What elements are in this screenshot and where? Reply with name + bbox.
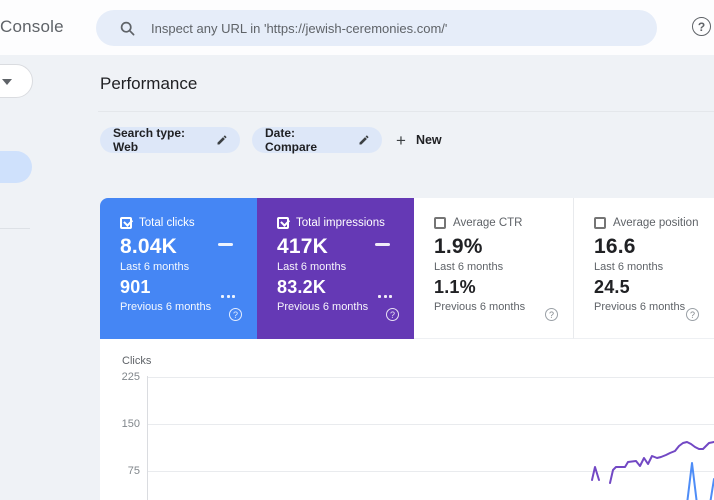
dotted-line-legend-icon [376,285,392,303]
metric-card-average-ctr[interactable]: Average CTR 1.9% Last 6 months 1.1% Prev… [414,198,573,339]
page-title: Performance [100,74,198,93]
sidebar-item-performance-selected[interactable] [0,151,32,183]
metric-label: Total clicks [139,217,195,229]
app-logo-text: Console [0,17,64,36]
property-selector[interactable] [0,64,33,98]
search-console-performance-page: { "brand": "Console", "topbar": { "searc… [0,0,714,500]
metric-card-total-impressions[interactable]: Total impressions 417K Last 6 months 83.… [257,198,414,339]
metric-prev-period: Previous 6 months [277,301,369,313]
chart-y-axis-label: Clicks [122,355,152,367]
metric-card-total-clicks[interactable]: Total clicks 8.04K Last 6 months 901 Pre… [100,198,257,339]
dotted-line-legend-icon [219,285,235,303]
chart-lines [591,441,714,500]
search-icon [120,21,135,35]
metric-prev-period: Previous 6 months [594,301,686,313]
chart-y-tick: 75 [127,465,140,477]
plus-icon: + [396,130,406,150]
filter-chip-label: Date: Compare [265,126,318,154]
checkbox-icon[interactable] [277,217,289,229]
filter-chip-search-type[interactable]: Search type: Web [100,126,240,154]
question-mark-icon: ? [697,19,706,34]
metric-card-average-position[interactable]: Average position 16.6 Last 6 months 24.5… [573,198,714,339]
new-filter-label: New [415,133,442,147]
metric-prev-value: 24.5 [594,277,630,297]
metric-prev-period: Previous 6 months [434,301,526,313]
chart-y-tick: 225 [121,371,140,383]
checkbox-icon[interactable] [434,217,446,229]
pencil-icon [217,135,227,145]
filter-chip-date[interactable]: Date: Compare [252,126,382,154]
metric-period: Last 6 months [277,261,347,273]
metric-value: 8.04K [120,235,178,258]
metric-period: Last 6 months [434,261,504,273]
header-divider [98,111,714,112]
filter-chip-label: Search type: Web [113,126,186,154]
metric-value: 417K [277,235,329,258]
metric-cards-row: Total clicks 8.04K Last 6 months 901 Pre… [100,198,714,339]
checkbox-icon[interactable] [120,217,132,229]
metric-help-icon[interactable]: ? [545,308,558,321]
metric-period: Last 6 months [594,261,664,273]
metric-checkbox-row[interactable]: Average position [594,217,698,229]
metric-help-icon[interactable]: ? [686,308,699,321]
metric-help-icon[interactable]: ? [229,308,242,321]
chevron-down-icon [2,79,12,85]
pencil-icon [359,135,369,145]
search-input[interactable]: Inspect any URL in 'https://jewish-cerem… [151,21,447,36]
metric-prev-value: 1.1% [434,277,476,297]
metric-help-icon[interactable]: ? [386,308,399,321]
sidebar-divider [0,228,30,229]
metric-checkbox-row[interactable]: Total impressions [277,217,385,229]
metric-prev-value: 901 [120,277,151,297]
metric-checkbox-row[interactable]: Average CTR [434,217,522,229]
url-inspect-search-bar[interactable]: Inspect any URL in 'https://jewish-cerem… [96,10,657,46]
metric-period: Last 6 months [120,261,190,273]
chart-y-tick: 150 [121,418,140,430]
new-filter-button[interactable]: + New [396,127,442,153]
metric-prev-period: Previous 6 months [120,301,212,313]
metric-label: Total impressions [296,217,385,229]
help-button[interactable]: ? [692,17,711,36]
solid-line-legend-icon [218,243,233,246]
metric-value: 16.6 [594,235,636,258]
solid-line-legend-icon [375,243,390,246]
metric-checkbox-row[interactable]: Total clicks [120,217,195,229]
top-app-bar: Console Inspect any URL in 'https://jewi… [0,0,714,55]
metric-prev-value: 83.2K [277,277,327,297]
checkbox-icon[interactable] [594,217,606,229]
metric-label: Average CTR [453,217,523,229]
metric-label: Average position [613,217,699,229]
metric-value: 1.9% [434,235,483,258]
